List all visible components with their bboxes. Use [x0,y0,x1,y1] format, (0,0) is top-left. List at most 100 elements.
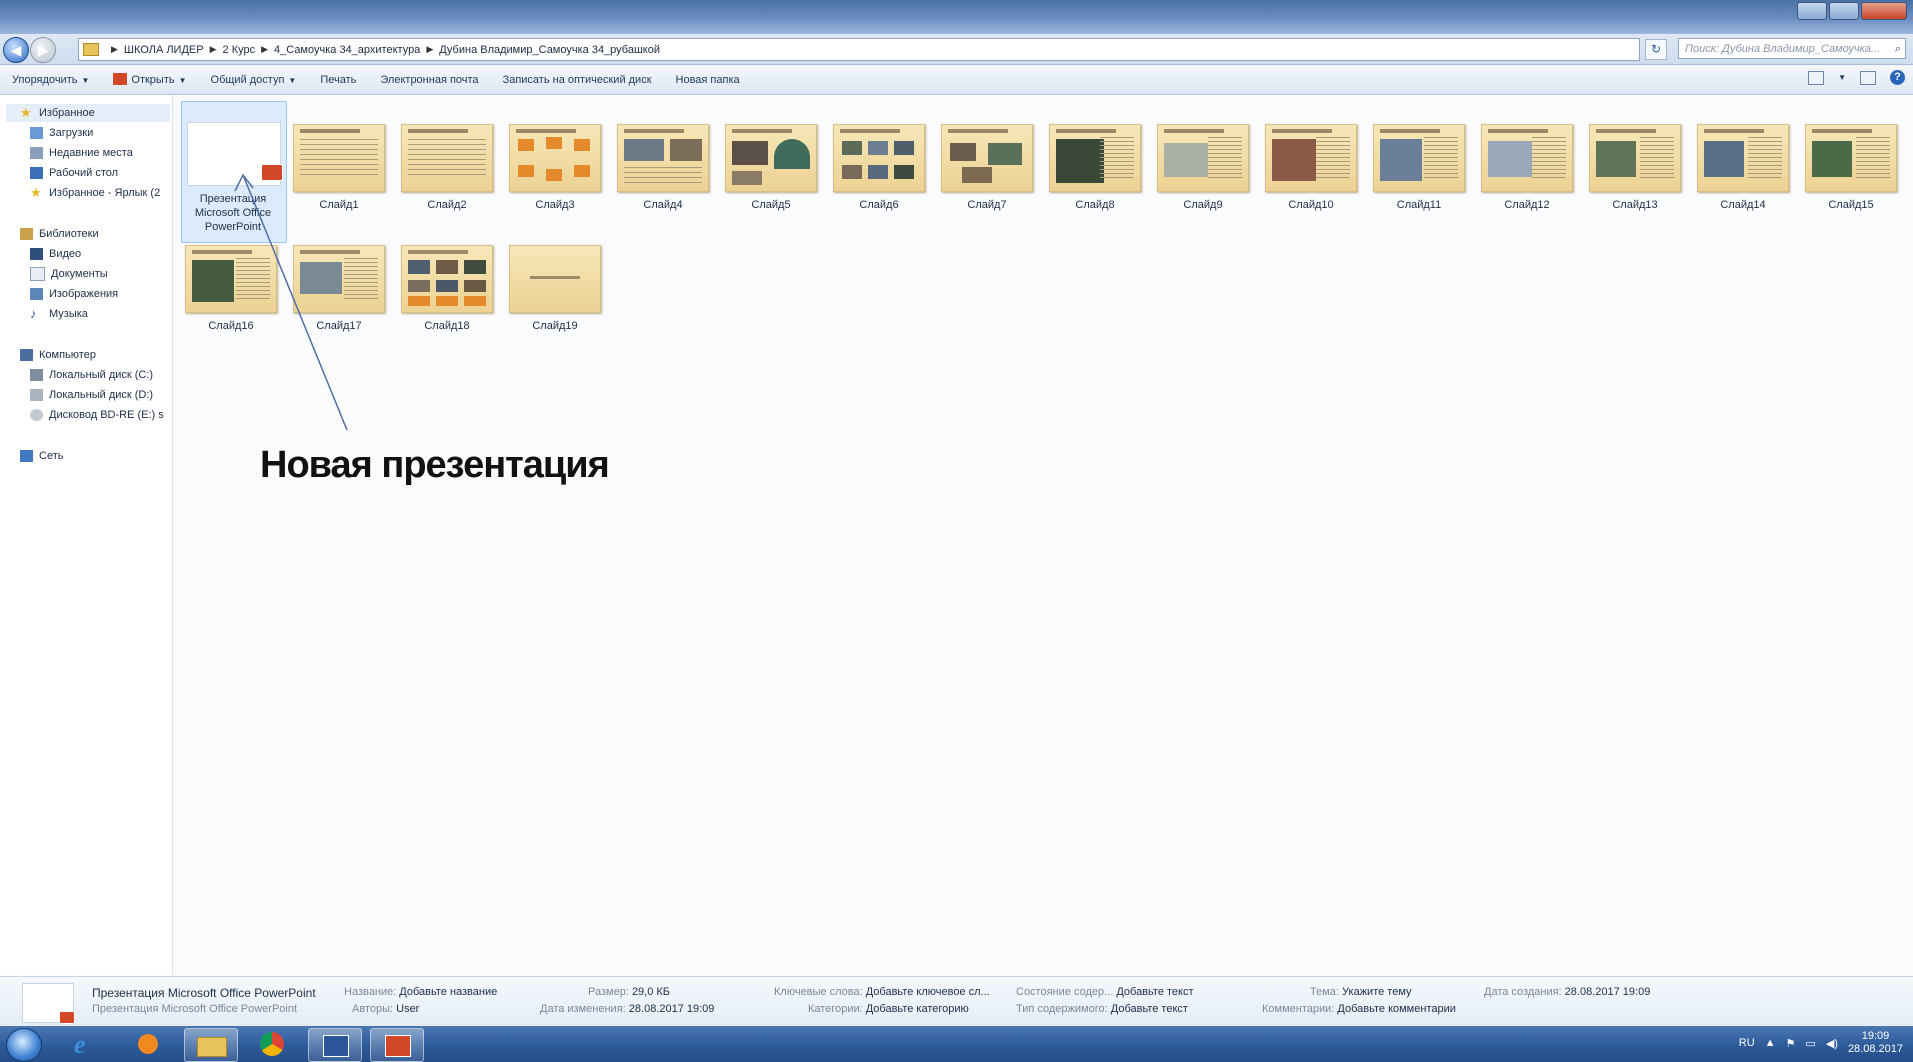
nav-item-disk-c[interactable]: Локальный диск (C:) [30,366,153,384]
ie-glyph: e [74,1030,86,1059]
nav-item-favorites-shortcut[interactable]: ★ Избранное - Ярлык (2 [30,184,160,202]
nav-item-images[interactable]: Изображения [30,285,118,303]
burn-disc-button[interactable]: Записать на оптический диск [491,74,664,86]
chrome-icon[interactable] [246,1028,298,1060]
breadcrumb-item[interactable]: 4_Самоучка 34_архитектура [274,44,420,56]
back-button[interactable]: ◀ [3,37,29,63]
nav-item-music[interactable]: ♪ Музыка [30,305,88,323]
file-item[interactable]: Слайд7 [941,124,1033,212]
volume-icon[interactable]: ◀) [1826,1037,1838,1050]
annotation-arrow [234,173,348,431]
music-icon: ♪ [30,306,37,321]
media-player-icon[interactable] [122,1028,174,1060]
annotation-caption: Новая презентация [260,444,610,486]
details-content-type[interactable]: Тип содержимого: Добавьте текст [1016,1003,1188,1015]
word-taskbar-icon[interactable] [308,1028,362,1062]
nav-item-network[interactable]: Сеть [20,447,63,465]
details-authors[interactable]: Авторы: User [352,1003,419,1015]
share-button[interactable]: Общий доступ ▼ [199,74,309,86]
file-item[interactable]: Слайд15 [1805,124,1897,212]
breadcrumb-item[interactable]: 2 Курс [223,44,256,56]
hard-disk-icon [30,369,43,381]
nav-item-disk-d[interactable]: Локальный диск (D:) [30,386,153,404]
breadcrumb-item[interactable]: Дубина Владимир_Самоучка 34_рубашкой [439,44,660,56]
email-button[interactable]: Электронная почта [368,74,490,86]
print-button[interactable]: Печать [308,74,368,86]
details-value: Укажите тему [1342,986,1412,998]
minimize-button[interactable] [1797,2,1827,20]
organize-button[interactable]: Упорядочить ▼ [0,74,101,86]
details-created: Дата создания: 28.08.2017 19:09 [1484,986,1650,998]
file-item[interactable]: Слайд6 [833,124,925,212]
desktop-icon [30,167,43,179]
search-input[interactable]: Поиск: Дубина Владимир_Самоучка... ⌕ [1678,38,1906,59]
file-label: Слайд11 [1396,199,1442,211]
breadcrumb-item[interactable]: ШКОЛА ЛИДЕР [124,44,204,56]
clock[interactable]: 19:09 28.08.2017 [1848,1030,1903,1056]
nav-item-recent[interactable]: Недавние места [30,144,133,162]
window-controls [1797,2,1907,20]
maximize-button[interactable] [1829,2,1859,20]
internet-explorer-icon[interactable]: e [62,1028,114,1060]
nav-item-downloads[interactable]: Загрузки [30,124,93,142]
file-item[interactable]: Слайд8 [1049,124,1141,212]
chevron-down-icon: ▼ [178,76,187,85]
nav-item-libraries[interactable]: Библиотеки [20,225,99,243]
details-value: 29,0 КБ [631,986,671,998]
change-view-icon[interactable] [1808,70,1825,85]
powerpoint-taskbar-icon[interactable] [370,1028,424,1062]
preview-pane-icon[interactable] [1860,70,1876,85]
file-thumbnail [833,124,925,192]
breadcrumb-separator: ▶ [111,44,118,54]
file-item[interactable]: Слайд12 [1481,124,1573,212]
file-label: Слайд13 [1612,199,1658,211]
show-hidden-icons-icon[interactable]: ▲ [1765,1037,1776,1049]
file-thumbnail [1157,124,1249,192]
details-comments[interactable]: Комментарии: Добавьте комментарии [1262,1003,1456,1015]
close-button[interactable] [1861,2,1907,20]
help-icon[interactable]: ? [1890,70,1905,85]
details-key: Категории: [808,1003,863,1015]
details-category[interactable]: Категории: Добавьте категорию [808,1003,969,1015]
language-indicator[interactable]: RU [1739,1037,1755,1049]
details-size: Размер: 29,0 КБ [588,986,670,998]
details-status[interactable]: Состояние содер... Добавьте текст [1016,986,1194,998]
nav-label: Недавние места [49,147,133,159]
chevron-down-icon[interactable]: ▼ [1838,73,1846,82]
nav-item-favorites[interactable]: ★ Избранное [20,104,95,122]
file-item[interactable]: Слайд11 [1373,124,1465,212]
computer-icon [20,349,33,361]
file-item[interactable]: Слайд13 [1589,124,1681,212]
nav-item-disk-e[interactable]: Дисковод BD-RE (E:) s [30,406,164,424]
flag-icon[interactable]: ⚑ [1786,1037,1796,1050]
address-bar[interactable]: ▶ ШКОЛА ЛИДЕР ▶ 2 Курс ▶ 4_Самоучка 34_а… [78,38,1640,61]
powerpoint-icon [113,73,128,85]
file-item[interactable]: Слайд14 [1697,124,1789,212]
new-folder-button[interactable]: Новая папка [664,74,752,86]
start-button[interactable] [6,1028,42,1062]
details-key: Комментарии: [1262,1003,1335,1015]
open-button[interactable]: Открыть ▼ [101,73,198,86]
details-title[interactable]: Название: Добавьте название [344,986,497,998]
details-subject[interactable]: Тема: Укажите тему [1310,986,1412,998]
nav-item-computer[interactable]: Компьютер [20,346,96,364]
downloads-icon [30,127,43,139]
explorer-taskbar-icon[interactable] [184,1028,238,1062]
forward-button[interactable]: ▶ [30,37,56,63]
nav-label: Изображения [49,288,119,300]
details-value: Добавьте текст [1116,986,1194,998]
nav-label: Локальный диск (C:) [49,369,154,381]
refresh-button[interactable]: ↻ [1645,39,1667,60]
organize-label: Упорядочить [12,73,78,86]
back-arrow-icon: ◀ [10,42,22,58]
file-item[interactable]: Слайд9 [1157,124,1249,212]
nav-label: Избранное - Ярлык (2 [49,187,161,199]
network-icon [20,450,33,462]
nav-item-desktop[interactable]: Рабочий стол [30,164,118,182]
network-status-icon[interactable]: ▭ [1805,1037,1815,1050]
file-label: Слайд12 [1504,199,1550,211]
details-keywords[interactable]: Ключевые слова: Добавьте ключевое сл... [774,986,990,998]
file-item[interactable]: Слайд10 [1265,124,1357,212]
nav-item-documents[interactable]: Документы [30,265,108,283]
nav-item-video[interactable]: Видео [30,245,81,263]
